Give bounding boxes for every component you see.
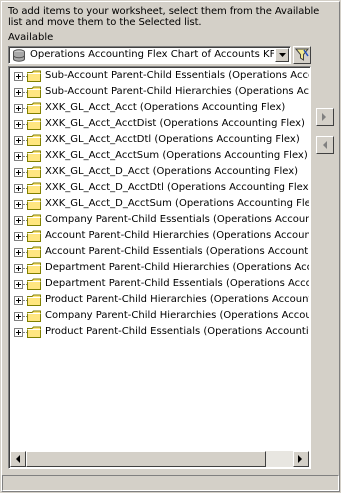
available-label: Available: [8, 32, 54, 43]
tree-item[interactable]: XXK_GL_Acct_Acct (Operations Accounting …: [11, 100, 309, 116]
expand-plus-icon[interactable]: [14, 328, 23, 337]
scroll-left-button[interactable]: [10, 451, 26, 467]
tree-item-label: XXK_GL_Acct_AcctSum (Operations Accounti…: [45, 150, 308, 161]
arrow-right-icon: [298, 455, 302, 463]
folder-icon: [27, 198, 42, 213]
tree-item-label: Product Parent-Child Hierarchies (Operat…: [45, 294, 309, 305]
expand-plus-icon[interactable]: [14, 136, 23, 145]
tree-item-label: Account Parent-Child Essentials (Operati…: [45, 246, 309, 257]
folder-icon: [27, 102, 42, 117]
horizontal-scrollbar[interactable]: [10, 451, 309, 467]
expand-plus-icon[interactable]: [14, 312, 23, 321]
business-area-dropdown[interactable]: Operations Accounting Flex Chart of Acco…: [8, 46, 291, 64]
tree-item[interactable]: Company Parent-Child Hierarchies (Operat…: [11, 308, 309, 324]
folder-icon: [27, 150, 42, 165]
tree-item-label: XXK_GL_Acct_D_AcctSum (Operations Accoun…: [45, 198, 309, 209]
instructions-text: To add items to your worksheet, select t…: [8, 6, 320, 28]
folder-icon: [27, 246, 42, 261]
business-area-selected: Operations Accounting Flex Chart of Acco…: [30, 49, 274, 60]
expand-plus-icon[interactable]: [14, 120, 23, 129]
tree-item[interactable]: XXK_GL_Acct_D_AcctSum (Operations Accoun…: [11, 196, 309, 212]
tree-item-label: Company Parent-Child Essentials (Operati…: [45, 214, 309, 225]
expand-plus-icon[interactable]: [14, 280, 23, 289]
folder-icon: [27, 182, 42, 197]
tree-items-list: Sub-Account Parent-Child Essentials (Ope…: [11, 68, 309, 452]
tree-item[interactable]: XXK_GL_Acct_AcctSum (Operations Accounti…: [11, 148, 309, 164]
tree-item-label: Account Parent-Child Hierarchies (Operat…: [45, 230, 309, 241]
expand-plus-icon[interactable]: [14, 216, 23, 225]
folder-icon: [27, 70, 42, 85]
tree-item-label: XXK_GL_Acct_AcctDist (Operations Account…: [45, 118, 305, 129]
tree-item-label: Company Parent-Child Hierarchies (Operat…: [45, 310, 309, 321]
tree-item[interactable]: Sub-Account Parent-Child Essentials (Ope…: [11, 68, 309, 84]
tree-item-label: XXK_GL_Acct_D_Acct (Operations Accountin…: [45, 166, 299, 177]
expand-plus-icon[interactable]: [14, 168, 23, 177]
expand-plus-icon[interactable]: [14, 264, 23, 273]
tree-item[interactable]: XXK_GL_Acct_D_Acct (Operations Accountin…: [11, 164, 309, 180]
tree-item[interactable]: XXK_GL_Acct_D_AcctDtl (Operations Accoun…: [11, 180, 309, 196]
folder-icon: [27, 294, 42, 309]
expand-plus-icon[interactable]: [14, 248, 23, 257]
business-area-icon: [12, 49, 26, 65]
move-to-available-button[interactable]: [316, 136, 334, 154]
arrow-left-icon: [16, 455, 20, 463]
available-items-tree[interactable]: Sub-Account Parent-Child Essentials (Ope…: [8, 66, 311, 469]
tree-item[interactable]: Product Parent-Child Hierarchies (Operat…: [11, 292, 309, 308]
tree-item[interactable]: XXK_GL_Acct_AcctDtl (Operations Accounti…: [11, 132, 309, 148]
folder-icon: [27, 278, 42, 293]
folder-icon: [27, 326, 42, 341]
expand-plus-icon[interactable]: [14, 184, 23, 193]
tree-item[interactable]: XXK_GL_Acct_AcctDist (Operations Account…: [11, 116, 309, 132]
folder-icon: [27, 262, 42, 277]
expand-plus-icon[interactable]: [14, 152, 23, 161]
folder-icon: [27, 230, 42, 245]
tree-item-label: Sub-Account Parent-Child Hierarchies (Op…: [45, 86, 309, 97]
expand-plus-icon[interactable]: [14, 88, 23, 97]
folder-icon: [27, 86, 42, 101]
tree-item[interactable]: Department Parent-Child Hierarchies (Ope…: [11, 260, 309, 276]
tree-item-label: Product Parent-Child Essentials (Operati…: [45, 326, 309, 337]
tree-item-label: Sub-Account Parent-Child Essentials (Ope…: [45, 70, 309, 81]
tree-item[interactable]: Department Parent-Child Essentials (Oper…: [11, 276, 309, 292]
chevron-down-icon[interactable]: [275, 48, 289, 62]
move-to-selected-button[interactable]: [316, 108, 334, 126]
folder-icon: [27, 310, 42, 325]
tree-item[interactable]: Company Parent-Child Essentials (Operati…: [11, 212, 309, 228]
scroll-right-button[interactable]: [293, 451, 309, 467]
expand-plus-icon[interactable]: [14, 72, 23, 81]
folder-icon: [27, 118, 42, 133]
status-bar: [2, 475, 339, 491]
expand-plus-icon[interactable]: [14, 200, 23, 209]
filter-funnel-icon: [295, 48, 309, 61]
scrollbar-thumb[interactable]: [26, 451, 266, 467]
tree-item[interactable]: Sub-Account Parent-Child Hierarchies (Op…: [11, 84, 309, 100]
tree-item[interactable]: Account Parent-Child Hierarchies (Operat…: [11, 228, 309, 244]
filter-button[interactable]: [293, 46, 311, 64]
tree-item-label: Department Parent-Child Essentials (Oper…: [45, 278, 309, 289]
tree-item[interactable]: Account Parent-Child Essentials (Operati…: [11, 244, 309, 260]
expand-plus-icon[interactable]: [14, 104, 23, 113]
tree-item-label: Department Parent-Child Hierarchies (Ope…: [45, 262, 309, 273]
expand-plus-icon[interactable]: [14, 232, 23, 241]
expand-plus-icon[interactable]: [14, 296, 23, 305]
folder-icon: [27, 214, 42, 229]
folder-icon: [27, 134, 42, 149]
tree-item-label: XXK_GL_Acct_AcctDtl (Operations Accounti…: [45, 134, 300, 145]
tree-item-label: XXK_GL_Acct_Acct (Operations Accounting …: [45, 102, 286, 113]
tree-item-label: XXK_GL_Acct_D_AcctDtl (Operations Accoun…: [45, 182, 309, 193]
tree-item[interactable]: Product Parent-Child Essentials (Operati…: [11, 324, 309, 340]
arrow-left-icon: [323, 141, 327, 149]
arrow-right-icon: [322, 113, 326, 121]
folder-icon: [27, 166, 42, 181]
